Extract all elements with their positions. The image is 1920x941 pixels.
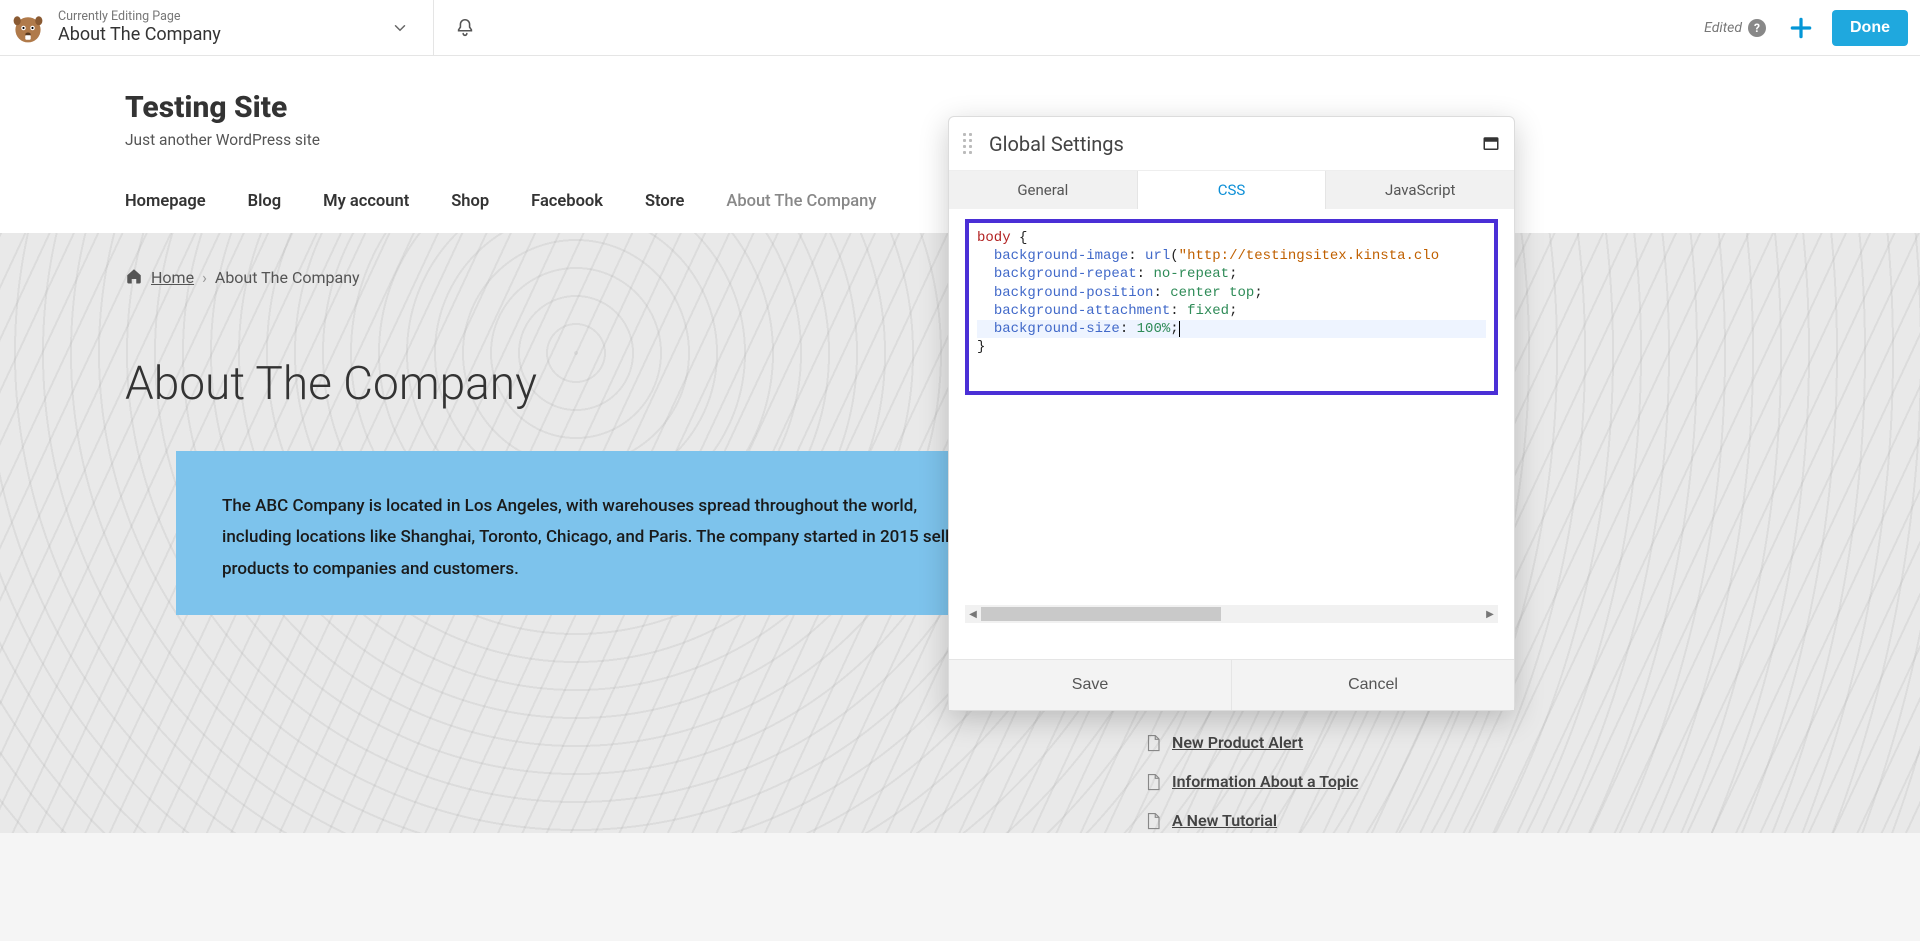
global-settings-panel: Global Settings GeneralCSSJavaScript bod… [948, 116, 1515, 711]
document-icon [1144, 812, 1162, 830]
panel-footer: Save Cancel [949, 659, 1514, 710]
breadcrumb-home[interactable]: Home [151, 268, 194, 287]
sidebar-links: New Product Alert Information About a Top… [1144, 733, 1358, 850]
tab-css[interactable]: CSS [1137, 171, 1327, 209]
sidebar-link[interactable]: New Product Alert [1172, 733, 1303, 752]
save-button[interactable]: Save [949, 660, 1232, 710]
scroll-left-arrow[interactable]: ◀ [965, 606, 981, 622]
edited-status: Edited [1704, 20, 1742, 36]
nav-item-about-the-company[interactable]: About The Company [726, 192, 876, 211]
current-page-name: About The Company [58, 24, 221, 46]
nav-item-facebook[interactable]: Facebook [531, 192, 603, 211]
scrollbar-thumb[interactable] [981, 607, 1221, 621]
breadcrumb-separator: › [202, 268, 207, 287]
help-icon[interactable]: ? [1748, 19, 1766, 37]
editor-h-scrollbar[interactable]: ◀ ▶ [965, 605, 1498, 623]
beaver-logo-icon [10, 10, 46, 46]
bell-icon [454, 17, 476, 39]
page-canvas: Testing Site Just another WordPress site… [0, 56, 1920, 941]
chevron-down-icon [391, 19, 409, 37]
content-box: The ABC Company is located in Los Angele… [176, 451, 1031, 615]
list-item: New Product Alert [1144, 733, 1358, 752]
nav-item-my-account[interactable]: My account [323, 192, 409, 211]
tab-javascript[interactable]: JavaScript [1326, 171, 1514, 209]
add-content-button[interactable] [1788, 15, 1814, 41]
sidebar-link[interactable]: Information About a Topic [1172, 772, 1358, 791]
nav-item-shop[interactable]: Shop [451, 192, 489, 211]
list-item: A New Tutorial [1144, 811, 1358, 830]
tab-general[interactable]: General [949, 171, 1137, 209]
nav-item-blog[interactable]: Blog [248, 192, 281, 211]
panel-title: Global Settings [989, 132, 1482, 156]
done-button[interactable]: Done [1832, 10, 1908, 46]
nav-item-store[interactable]: Store [645, 192, 684, 211]
maximize-icon[interactable] [1482, 135, 1500, 153]
page-context[interactable]: Currently Editing Page About The Company [58, 9, 221, 46]
notifications-button[interactable] [454, 17, 476, 39]
editing-label: Currently Editing Page [58, 9, 221, 24]
panel-header[interactable]: Global Settings [949, 117, 1514, 171]
css-editor[interactable]: body { background-image: url("http://tes… [965, 219, 1498, 395]
editor-topbar: Currently Editing Page About The Company… [0, 0, 1920, 56]
document-icon [1144, 773, 1162, 791]
content-paragraph: The ABC Company is located in Los Angele… [222, 491, 985, 585]
breadcrumb-current: About The Company [215, 268, 360, 287]
plus-icon [1788, 15, 1814, 41]
list-item: Information About a Topic [1144, 772, 1358, 791]
sidebar-link[interactable]: A New Tutorial [1172, 811, 1277, 830]
nav-item-homepage[interactable]: Homepage [125, 192, 206, 211]
css-code[interactable]: body { background-image: url("http://tes… [969, 223, 1494, 362]
panel-tabs: GeneralCSSJavaScript [949, 171, 1514, 209]
home-icon [125, 267, 143, 285]
document-icon [1144, 734, 1162, 752]
drag-handle-icon [963, 133, 975, 155]
cancel-button[interactable]: Cancel [1232, 660, 1514, 710]
page-dropdown-chevron[interactable] [391, 19, 409, 37]
scroll-right-arrow[interactable]: ▶ [1482, 606, 1498, 622]
topbar-divider [433, 0, 434, 56]
